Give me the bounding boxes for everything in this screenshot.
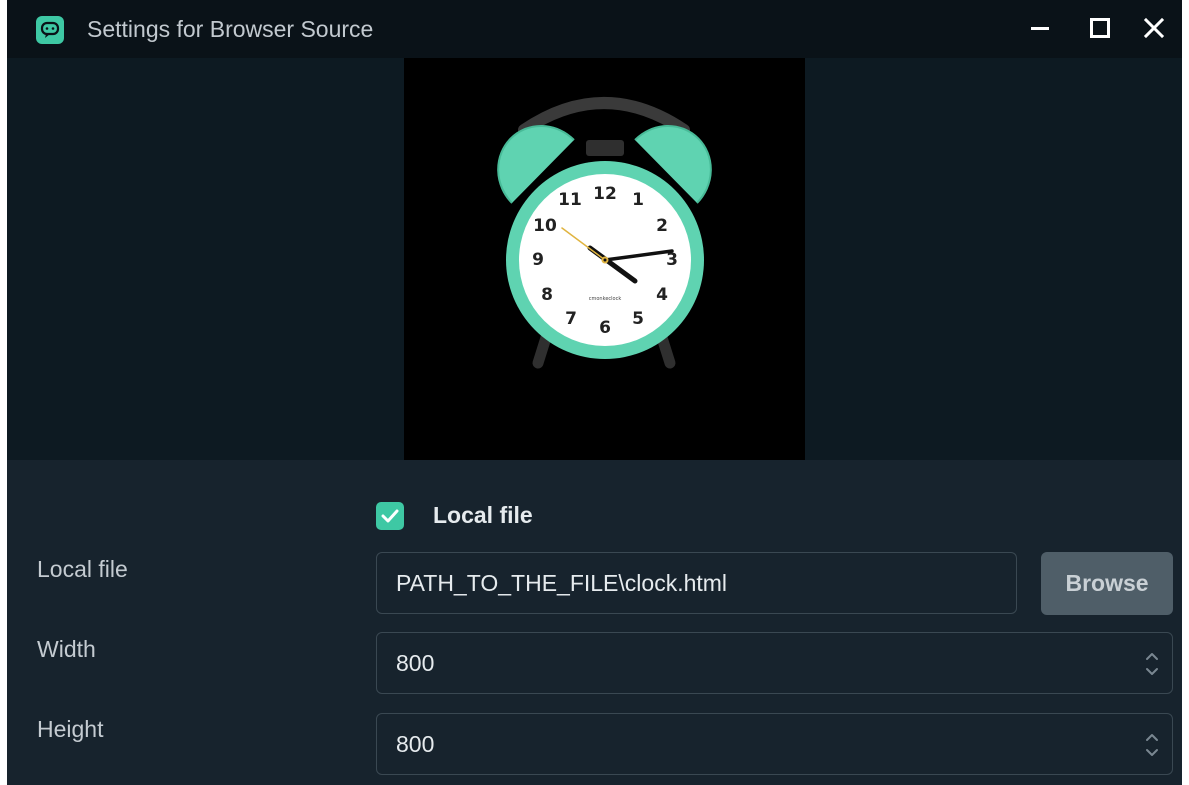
preview-canvas: 12 1 2 3 4 5 6 7 8 9 10 11 cmonkeclock (404, 58, 805, 460)
clock-number-6: 6 (599, 318, 611, 338)
close-icon (1143, 17, 1165, 39)
clock-brand: cmonkeclock (589, 296, 622, 302)
source-preview: 12 1 2 3 4 5 6 7 8 9 10 11 cmonkeclock (7, 58, 1182, 460)
browse-button[interactable]: Browse (1041, 552, 1173, 615)
height-label: Height (37, 716, 104, 742)
minimize-button[interactable] (1019, 8, 1061, 48)
app-chat-icon (36, 16, 64, 44)
local-file-path-input[interactable]: PATH_TO_THE_FILE\clock.html (376, 552, 1017, 614)
alarm-clock-image: 12 1 2 3 4 5 6 7 8 9 10 11 cmonkeclock (497, 97, 712, 369)
width-spinner-icon[interactable] (1142, 647, 1162, 681)
clock-number-1: 1 (632, 190, 644, 210)
height-spinner-icon[interactable] (1142, 728, 1162, 762)
window-title: Settings for Browser Source (87, 16, 374, 42)
local-file-checkbox-label[interactable]: Local file (433, 500, 533, 530)
maximize-icon (1090, 18, 1110, 38)
local-file-checkbox[interactable] (376, 502, 404, 530)
width-label: Width (37, 636, 96, 662)
clock-number-7: 7 (565, 309, 577, 329)
local-file-label: Local file (37, 556, 128, 582)
width-input[interactable]: 800 (376, 632, 1173, 694)
clock-number-4: 4 (656, 285, 668, 305)
clock-number-11: 11 (558, 190, 582, 210)
clock-number-9: 9 (532, 250, 544, 270)
height-input[interactable]: 800 (376, 713, 1173, 775)
clock-number-10: 10 (533, 216, 557, 236)
settings-form: Local file Local file PATH_TO_THE_FILE\c… (7, 460, 1182, 785)
checkmark-icon (381, 509, 399, 523)
settings-window: Settings for Browser Source 12 1 2 3 4 5… (7, 0, 1182, 785)
close-button[interactable] (1133, 8, 1175, 48)
clock-number-2: 2 (656, 216, 668, 236)
title-bar[interactable]: Settings for Browser Source (7, 0, 1182, 58)
minimize-icon (1031, 27, 1049, 30)
clock-number-12: 12 (593, 184, 617, 204)
clock-number-5: 5 (632, 309, 644, 329)
maximize-button[interactable] (1079, 8, 1121, 48)
height-value: 800 (396, 731, 435, 757)
width-value: 800 (396, 650, 435, 676)
local-file-path-value: PATH_TO_THE_FILE\clock.html (396, 570, 728, 596)
clock-number-8: 8 (541, 285, 553, 305)
